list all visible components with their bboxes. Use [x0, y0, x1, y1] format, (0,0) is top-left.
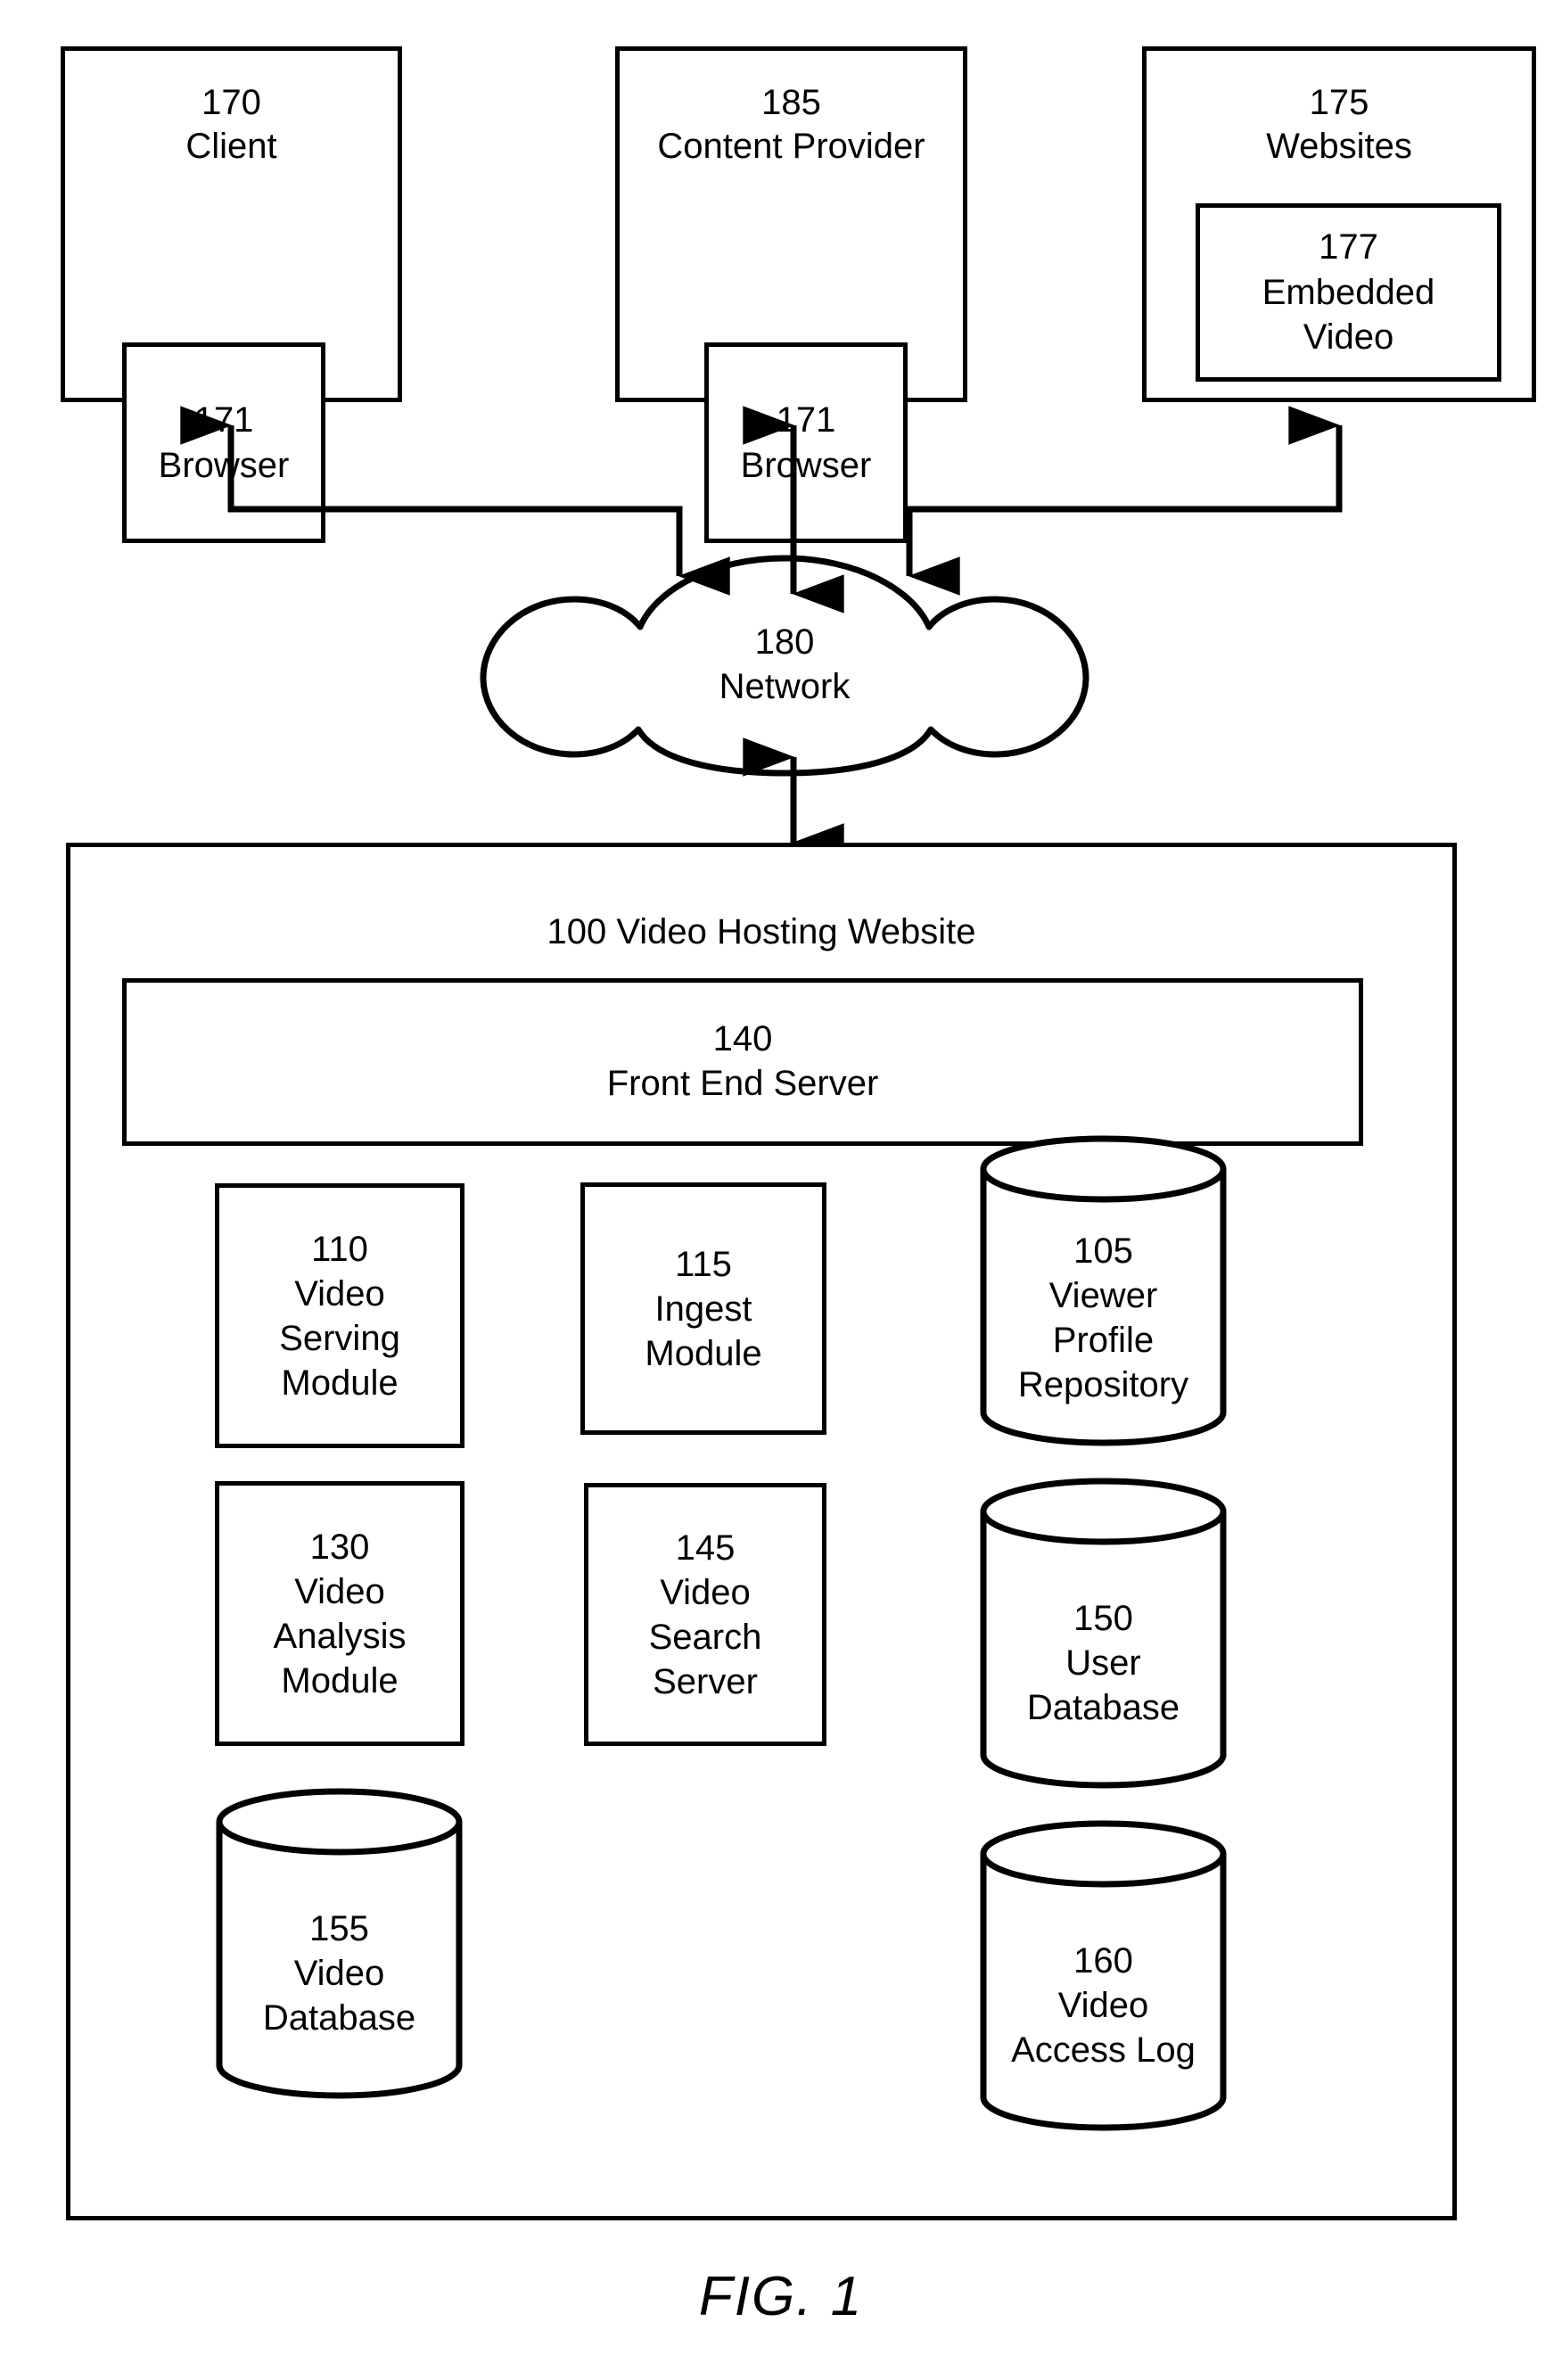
front-end-server-box: 140 Front End Server — [122, 978, 1363, 1146]
embedded-video-box: 177 Embedded Video — [1196, 203, 1501, 382]
patent-figure: 170 Client 171 Browser 185 Content Provi… — [0, 0, 1562, 2380]
user-database-cylinder: 150 User Database — [979, 1477, 1228, 1790]
content-provider-browser-label: 171 Browser — [740, 400, 872, 485]
client-browser-inner: 171 Browser — [122, 342, 325, 543]
websites-box-label: 175 Websites — [1266, 83, 1412, 166]
content-provider-box-label: 185 Content Provider — [657, 83, 925, 166]
user-database-shape — [980, 1478, 1227, 1789]
client-box-label: 170 Client — [185, 83, 277, 166]
viewer-profile-repository-shape — [980, 1135, 1227, 1446]
video-analysis-module-label: 130 Video Analysis Module — [273, 1527, 407, 1701]
video-hosting-website-container: 100 Video Hosting Website 140 Front End … — [66, 843, 1457, 2220]
video-analysis-module-box: 130 Video Analysis Module — [215, 1481, 464, 1746]
network-cloud-shape — [480, 555, 1089, 777]
video-database-cylinder: 155 Video Database — [215, 1787, 464, 2100]
video-access-log-shape — [980, 1820, 1227, 2131]
video-search-server-label: 145 Video Search Server — [648, 1528, 762, 1701]
system-title: 100 Video Hosting Website — [547, 912, 976, 951]
network-cloud: 180 Network — [392, 550, 1177, 780]
ingest-module-box: 115 Ingest Module — [580, 1182, 826, 1435]
front-end-server-label: 140 Front End Server — [606, 1019, 879, 1103]
video-access-log-cylinder: 160 Video Access Log — [979, 1819, 1228, 2132]
video-serving-module-box: 110 Video Serving Module — [215, 1183, 464, 1448]
embedded-video-label: 177 Embedded Video — [1262, 227, 1435, 358]
client-browser-inner-label: 171 Browser — [158, 400, 290, 485]
video-database-shape — [216, 1788, 463, 2099]
video-serving-module-label: 110 Video Serving Module — [279, 1229, 400, 1403]
viewer-profile-repository-cylinder: 105 Viewer Profile Repository — [979, 1134, 1228, 1447]
figure-caption: FIG. 1 — [698, 2266, 864, 2327]
ingest-module-label: 115 Ingest Module — [645, 1244, 762, 1373]
video-search-server-box: 145 Video Search Server — [584, 1483, 826, 1746]
content-provider-browser-box: 171 Browser — [704, 342, 908, 543]
